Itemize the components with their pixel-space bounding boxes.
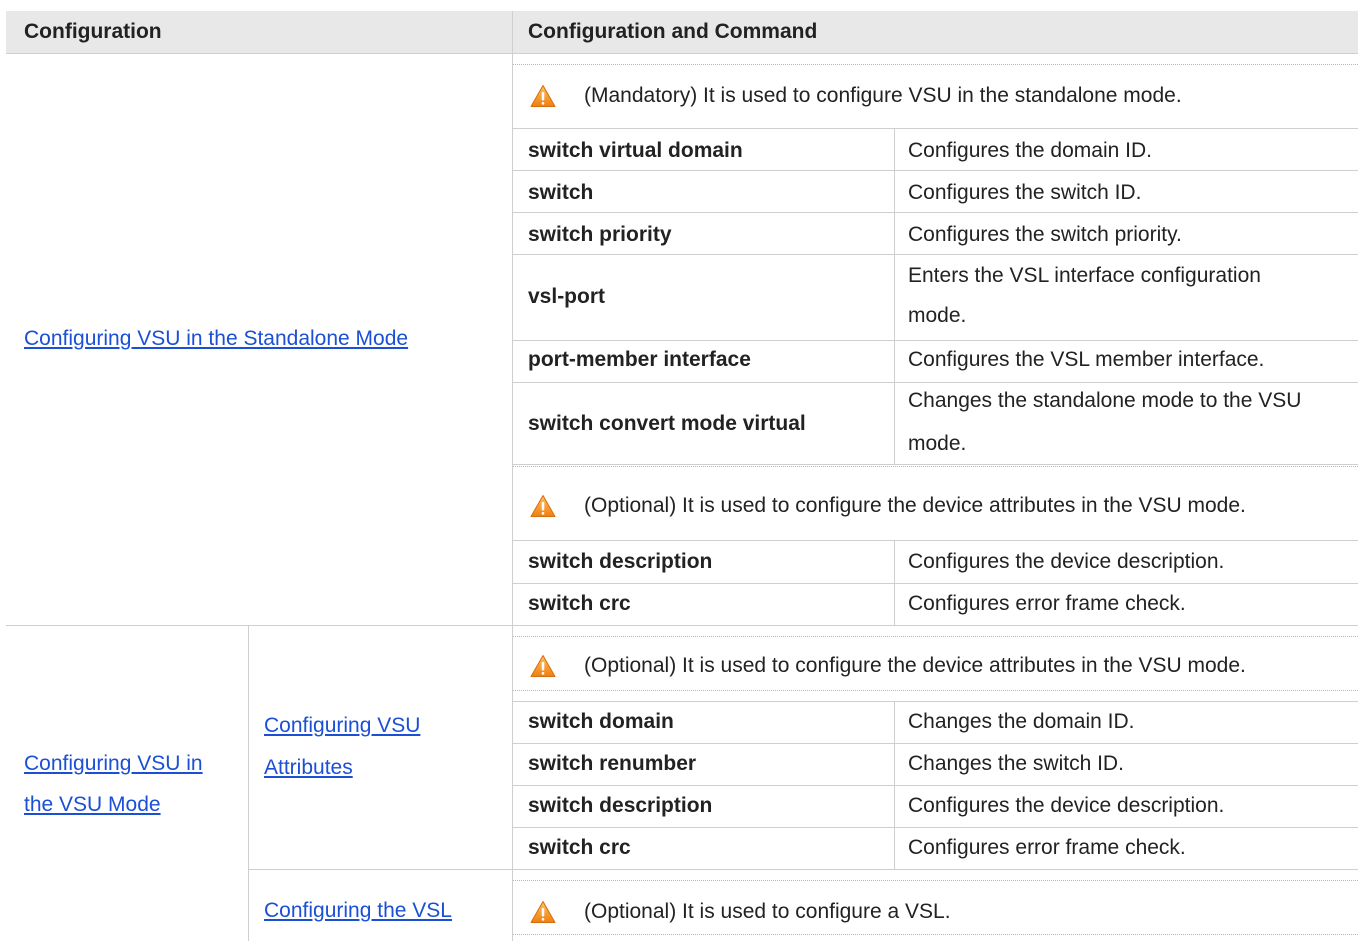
note-optional-device-attributes: (Optional) It is used to configure the d… xyxy=(584,494,1246,517)
warning-icon xyxy=(530,900,556,924)
configuration-table: Configuration Configuration and Command … xyxy=(0,0,1358,941)
table-header: Configuration Configuration and Command xyxy=(6,11,1358,54)
desc-switch-description-vsu: Configures the device description. xyxy=(908,794,1225,817)
link-configuring-vsu-in-vsu-mode-line1[interactable]: Configuring VSU in xyxy=(24,747,203,781)
link-configuring-vsu-standalone[interactable]: Configuring VSU in the Standalone Mode xyxy=(24,322,408,356)
cmd-switch: switch xyxy=(528,181,594,204)
desc-vsl-port-line1: Enters the VSL interface configuration xyxy=(908,264,1261,287)
cmd-vsl-port: vsl-port xyxy=(528,285,606,308)
link-configuring-vsu-attributes-line1[interactable]: Configuring VSU xyxy=(264,709,420,743)
desc-switch-priority: Configures the switch priority. xyxy=(908,223,1182,246)
desc-switch-domain: Changes the domain ID. xyxy=(908,710,1135,733)
cmd-port-member-interface: port-member interface xyxy=(528,348,751,371)
desc-switch-crc-vsu: Configures error frame check. xyxy=(908,836,1186,859)
cmd-switch-priority: switch priority xyxy=(528,223,672,246)
cmd-switch-convert-mode-virtual: switch convert mode virtual xyxy=(528,412,806,435)
desc-switch: Configures the switch ID. xyxy=(908,181,1142,204)
warning-icon xyxy=(530,494,556,518)
cmd-switch-virtual-domain: switch virtual domain xyxy=(528,139,743,162)
cmd-switch-description-vsu: switch description xyxy=(528,794,713,817)
cmd-switch-renumber: switch renumber xyxy=(528,752,697,775)
col-divider-main xyxy=(512,53,513,941)
desc-switch-crc: Configures error frame check. xyxy=(908,592,1186,615)
warning-icon xyxy=(530,84,556,108)
note-optional-configure-vsl: (Optional) It is used to configure a VSL… xyxy=(584,900,951,923)
cmd-switch-domain: switch domain xyxy=(528,710,674,733)
link-configuring-vsu-attributes-line2[interactable]: Attributes xyxy=(264,751,353,785)
cmd-switch-crc: switch crc xyxy=(528,592,631,615)
desc-switch-convert-mode-line1: Changes the standalone mode to the VSU xyxy=(908,389,1302,412)
link-configuring-vsu-in-vsu-mode-line2[interactable]: the VSU Mode xyxy=(24,788,161,822)
col-divider-sub xyxy=(248,625,249,941)
header-config-command: Configuration and Command xyxy=(528,20,818,43)
desc-switch-convert-mode-line2: mode. xyxy=(908,432,967,455)
link-configuring-the-vsl[interactable]: Configuring the VSL xyxy=(264,894,452,928)
desc-port-member-interface: Configures the VSL member interface. xyxy=(908,348,1265,371)
note-mandatory: (Mandatory) It is used to configure VSU … xyxy=(584,84,1182,107)
desc-vsl-port-line2: mode. xyxy=(908,304,967,327)
desc-switch-description: Configures the device description. xyxy=(908,550,1225,573)
cmd-switch-description: switch description xyxy=(528,550,713,573)
desc-switch-virtual-domain: Configures the domain ID. xyxy=(908,139,1152,162)
note-optional-vsu-attributes: (Optional) It is used to configure the d… xyxy=(584,654,1246,677)
cmd-switch-crc-vsu: switch crc xyxy=(528,836,631,859)
header-configuration: Configuration xyxy=(24,20,162,43)
desc-switch-renumber: Changes the switch ID. xyxy=(908,752,1124,775)
warning-icon xyxy=(530,654,556,678)
